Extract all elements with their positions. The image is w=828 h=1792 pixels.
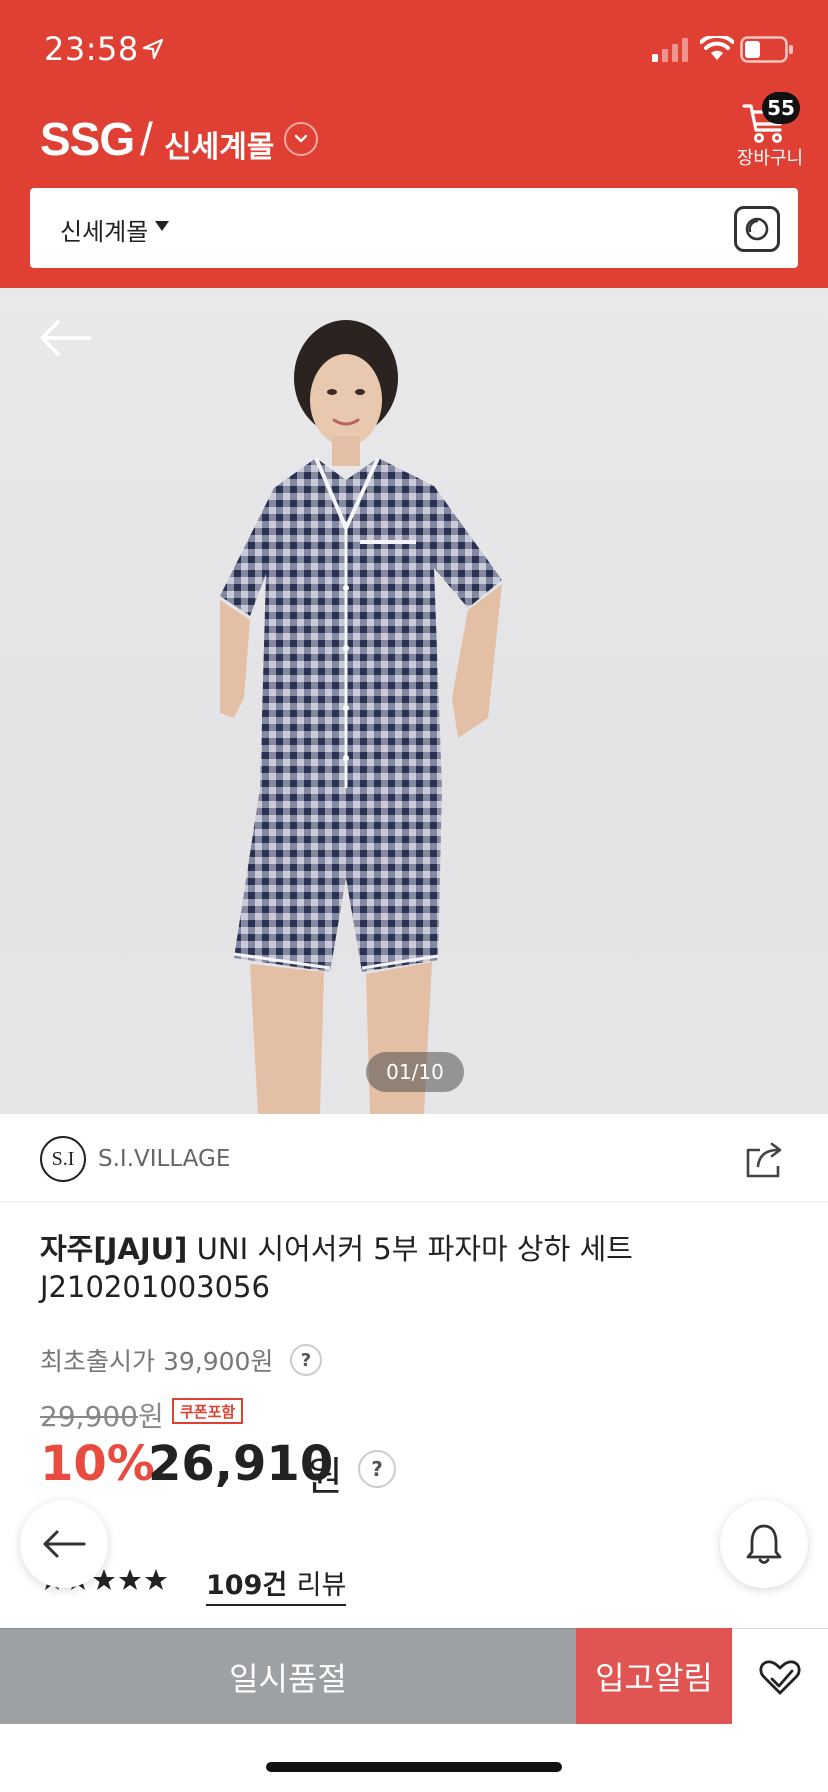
- ssg-logo[interactable]: SSG: [40, 112, 135, 166]
- home-indicator: [266, 1762, 562, 1772]
- product-name: UNI 시어서커 5부 파자마 상하 세트: [196, 1232, 633, 1266]
- product-code: J210201003056: [40, 1270, 270, 1304]
- notification-button[interactable]: [720, 1500, 808, 1588]
- floating-back-button[interactable]: [20, 1500, 108, 1588]
- brand-row[interactable]: S.I S.I.VILLAGE: [0, 1114, 828, 1202]
- app-header: 23:58 SSG / 신세계몰 55 장바구니 신세계몰: [0, 0, 828, 288]
- strike-price-value: 29,900: [40, 1400, 138, 1433]
- mall-dropdown-button[interactable]: [284, 122, 318, 156]
- product-image-gallery[interactable]: 01/10: [0, 288, 828, 1114]
- strike-price-unit: 원: [137, 1400, 164, 1433]
- heart-check-icon: [759, 1659, 801, 1694]
- chevron-down-icon: [294, 134, 308, 143]
- camera-lens-button[interactable]: [734, 206, 780, 252]
- caret-down-icon: [155, 221, 169, 231]
- status-time: 23:58: [44, 30, 139, 68]
- camera-lens-icon: [745, 217, 769, 241]
- brand-name[interactable]: S.I.VILLAGE: [98, 1146, 230, 1172]
- review-count: 109건: [206, 1570, 288, 1601]
- coupon-badge: 쿠폰포함: [172, 1398, 244, 1424]
- cart-button[interactable]: 55 장바구니: [720, 92, 810, 169]
- image-back-arrow-icon[interactable]: [38, 318, 92, 358]
- wifi-icon: [700, 36, 734, 60]
- brand-logo[interactable]: S.I: [40, 1136, 86, 1182]
- search-bar[interactable]: 신세계몰: [30, 188, 798, 268]
- launch-price-help-icon[interactable]: ?: [290, 1344, 322, 1376]
- discount-rate: 10%: [40, 1436, 155, 1492]
- product-photo: [220, 320, 502, 1114]
- review-link[interactable]: 109건 리뷰: [206, 1563, 347, 1606]
- battery-icon: [740, 36, 793, 63]
- cart-count-badge: 55: [762, 92, 800, 124]
- search-scope-select[interactable]: 신세계몰: [60, 212, 148, 247]
- star-icon: [119, 1569, 141, 1590]
- soldout-button[interactable]: 일시품절: [0, 1628, 576, 1724]
- location-arrow-icon: [142, 38, 164, 60]
- star-icon: [145, 1569, 167, 1590]
- signal-icon: [652, 38, 688, 62]
- mall-name[interactable]: 신세계몰: [164, 122, 274, 166]
- original-launch-price: 최초출시가 39,900원: [40, 1347, 274, 1376]
- cart-label: 장바구니: [736, 148, 804, 169]
- bell-icon: [746, 1524, 782, 1564]
- back-arrow-icon: [43, 1530, 86, 1558]
- product-title: 자주[JAJU] UNI 시어서커 5부 파자마 상하 세트 J21020100…: [40, 1230, 760, 1306]
- restock-alert-button[interactable]: 입고알림: [576, 1628, 732, 1724]
- review-label: 리뷰: [296, 1570, 347, 1601]
- share-icon[interactable]: [744, 1140, 788, 1180]
- logo-divider: /: [140, 113, 153, 165]
- strike-price: 29,900원: [40, 1395, 164, 1435]
- bottom-action-bar: 일시품절 입고알림: [0, 1628, 828, 1724]
- image-counter: 01/10: [366, 1052, 464, 1092]
- price-help-icon[interactable]: ?: [358, 1450, 396, 1488]
- product-brand-tag: 자주[JAJU]: [40, 1232, 188, 1266]
- wishlist-button[interactable]: [732, 1628, 828, 1724]
- final-price-unit: 원: [306, 1454, 343, 1500]
